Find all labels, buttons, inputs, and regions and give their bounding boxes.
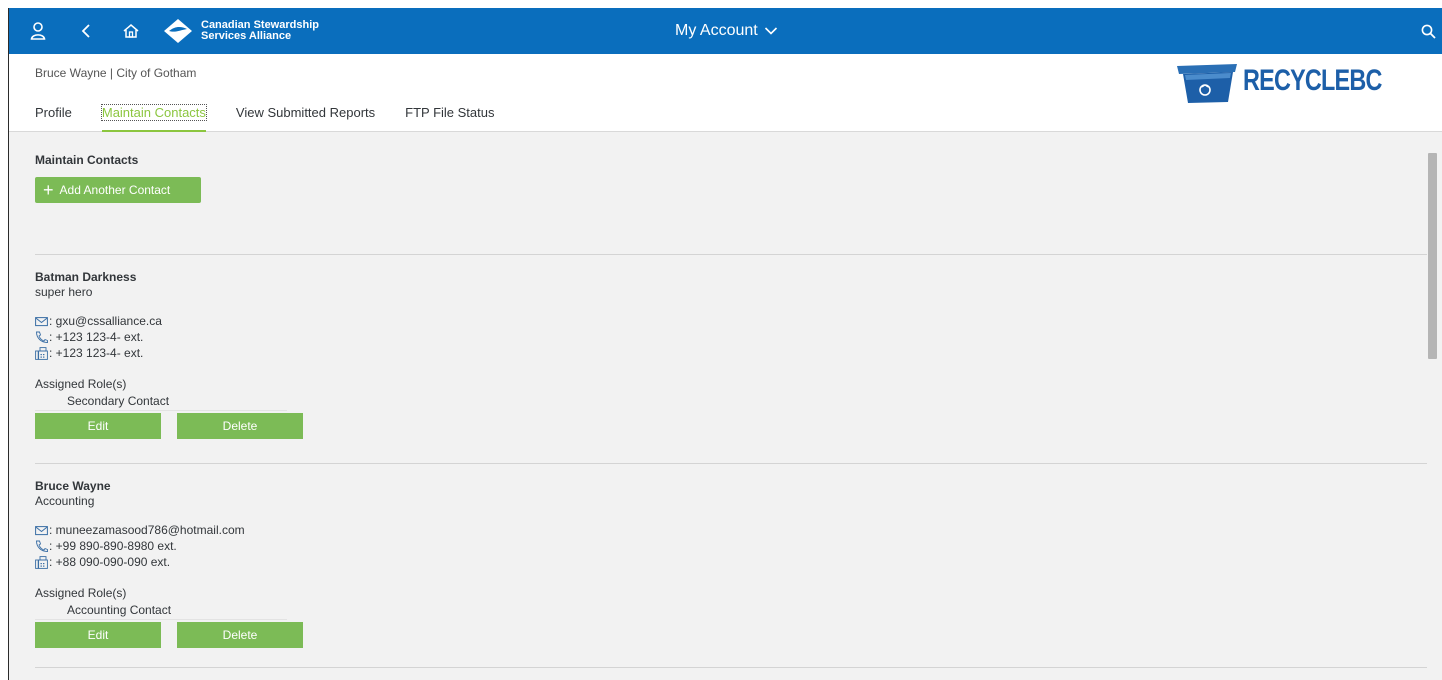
assigned-role: Accounting Contact [35, 603, 287, 620]
delete-contact-button[interactable]: Delete [177, 413, 303, 439]
email-icon [35, 525, 48, 535]
user-icon[interactable] [27, 8, 49, 54]
account-tabs: Profile Maintain Contacts View Submitted… [35, 96, 524, 132]
tab-maintain-contacts[interactable]: Maintain Contacts [100, 96, 207, 132]
edit-contact-button[interactable]: Edit [35, 413, 161, 439]
tab-view-submitted-reports[interactable]: View Submitted Reports [236, 96, 375, 132]
org-logo[interactable]: Canadian Stewardship Services Alliance [163, 17, 319, 45]
tab-label: FTP File Status [405, 105, 495, 120]
org-name-line2: Services Alliance [201, 30, 292, 42]
divider [35, 463, 1428, 464]
brand-bc: BC [1349, 64, 1382, 97]
tab-profile[interactable]: Profile [35, 96, 72, 132]
divider [35, 667, 1428, 668]
assigned-role: Secondary Contact [35, 394, 287, 411]
edit-contact-button[interactable]: Edit [35, 622, 161, 648]
main-content: Maintain Contacts + Add Another Contact … [9, 133, 1442, 680]
scrollbar-thumb[interactable] [1428, 153, 1437, 359]
assigned-roles-label: Assigned Role(s) [35, 377, 127, 391]
account-menu-title[interactable]: My Account [675, 8, 778, 54]
contact-fax: : +123 123-4- ext. [49, 346, 144, 360]
contact-fax-row: : +123 123-4- ext. [35, 345, 1428, 361]
org-logo-mark-icon [164, 19, 192, 43]
contact-name: Batman Darkness [35, 270, 137, 284]
recycle-bc-logo: RECYCLEBC [1175, 56, 1433, 106]
tab-label: Maintain Contacts [100, 104, 207, 121]
user-org-line: Bruce Wayne | City of Gotham [35, 66, 197, 80]
contact-name: Bruce Wayne [35, 479, 111, 493]
account-header: Bruce Wayne | City of Gotham Profile Mai… [9, 54, 1442, 132]
contact-phone: : +99 890-890-8980 ext. [49, 539, 177, 553]
app-frame: Canadian Stewardship Services Alliance M… [8, 8, 1442, 680]
search-icon[interactable] [1417, 8, 1439, 54]
tab-label: View Submitted Reports [235, 105, 376, 120]
contact-email-row: : muneezamasood786@hotmail.com [35, 522, 1428, 538]
contact-dept: Accounting [35, 494, 95, 508]
tab-label: Profile [35, 105, 72, 120]
recycling-bin-icon [1177, 64, 1237, 103]
divider [35, 254, 1428, 255]
assigned-roles-label: Assigned Role(s) [35, 586, 127, 600]
contact-email-row: : gxu@cssalliance.ca [35, 313, 1428, 329]
contact-card: Bruce Wayne Accounting : muneezamasood78… [35, 479, 1428, 648]
contact-fax: : +88 090-090-090 ext. [49, 555, 171, 569]
delete-contact-button[interactable]: Delete [177, 622, 303, 648]
tab-ftp-file-status[interactable]: FTP File Status [405, 96, 494, 132]
back-icon[interactable] [75, 8, 97, 54]
contact-phone: : +123 123-4- ext. [49, 330, 144, 344]
recycle-bc-wordmark: RECYCLEBC [1243, 64, 1391, 98]
contact-card: Batman Darkness super hero : gxu@cssalli… [35, 270, 1428, 439]
chevron-down-icon [764, 27, 777, 35]
home-icon[interactable] [119, 8, 143, 54]
contact-email: : muneezamasood786@hotmail.com [49, 523, 245, 537]
contact-phone-row: : +123 123-4- ext. [35, 329, 1428, 345]
fax-icon [35, 346, 48, 360]
contact-fax-row: : +88 090-090-090 ext. [35, 554, 1428, 570]
add-contact-label: Add Another Contact [59, 183, 171, 197]
contact-email: : gxu@cssalliance.ca [49, 314, 162, 328]
contact-phone-row: : +99 890-890-8980 ext. [35, 538, 1428, 554]
page-title: My Account [675, 22, 758, 39]
add-contact-button[interactable]: + Add Another Contact [35, 177, 201, 203]
brand-recycle: RECYCLE [1243, 64, 1350, 97]
email-icon [35, 316, 48, 326]
phone-icon [36, 331, 48, 343]
top-bar: Canadian Stewardship Services Alliance M… [9, 8, 1442, 54]
plus-icon: + [43, 180, 54, 200]
contact-dept: super hero [35, 285, 93, 299]
fax-icon [35, 555, 48, 569]
phone-icon [36, 540, 48, 552]
org-name: Canadian Stewardship Services Alliance [201, 20, 319, 42]
section-title: Maintain Contacts [35, 153, 139, 167]
